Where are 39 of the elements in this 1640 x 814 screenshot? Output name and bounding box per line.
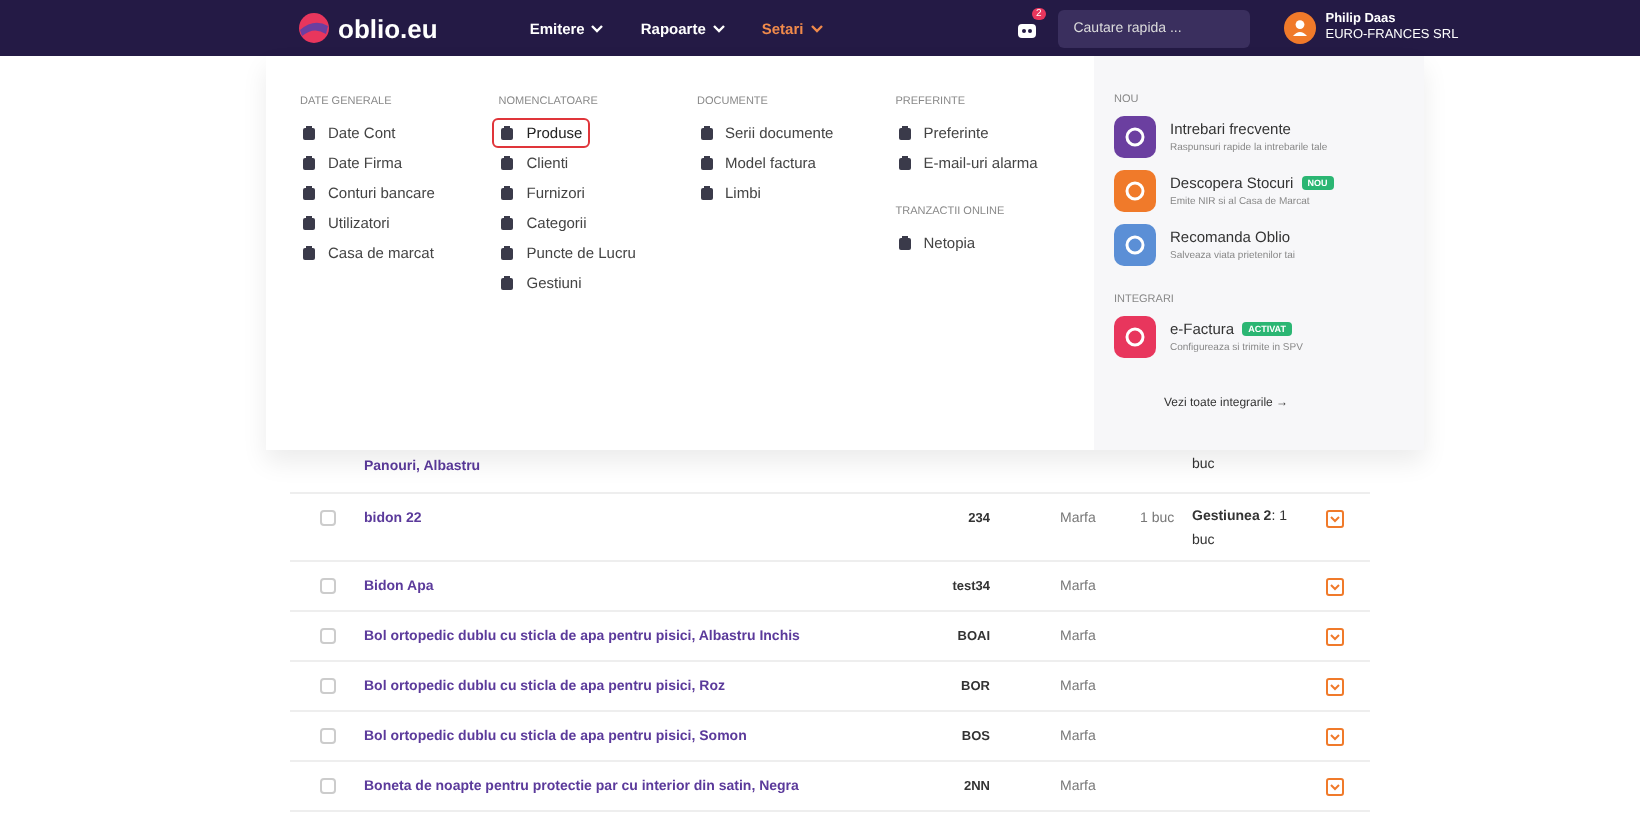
user-avatar-icon[interactable]	[1283, 12, 1316, 44]
chevron-down-icon	[809, 23, 824, 33]
clipboard-icon	[302, 186, 316, 200]
clipboard-icon	[500, 216, 515, 230]
clipboard-icon	[897, 126, 912, 140]
dropdown-icon[interactable]	[1326, 678, 1344, 696]
clipboard-icon	[302, 246, 316, 260]
clipboard-icon	[302, 126, 316, 140]
row-checkbox[interactable]	[319, 778, 335, 794]
dropdown-icon[interactable]	[1326, 628, 1344, 646]
dropdown-icon[interactable]	[1326, 510, 1344, 528]
clipboard-icon	[500, 246, 515, 260]
dropdown-icon[interactable]	[1326, 578, 1344, 596]
row-checkbox[interactable]	[319, 728, 335, 744]
row-checkbox[interactable]	[319, 628, 335, 644]
logo-text[interactable]: oblio.eu	[338, 13, 438, 43]
clipboard-icon	[897, 236, 912, 250]
row-checkbox[interactable]	[319, 578, 335, 594]
clipboard-icon	[500, 156, 515, 170]
tile-icon[interactable]	[1114, 116, 1156, 158]
clipboard-icon	[699, 126, 713, 140]
clipboard-icon	[302, 216, 316, 230]
clipboard-icon	[500, 126, 515, 140]
logo-icon	[298, 12, 330, 44]
chevron-down-icon	[711, 23, 726, 33]
row-checkbox[interactable]	[319, 510, 335, 526]
clipboard-icon	[699, 186, 713, 200]
row-checkbox[interactable]	[319, 678, 335, 694]
tile-icon[interactable]	[1114, 224, 1156, 266]
clipboard-icon	[500, 186, 515, 200]
dropdown-icon[interactable]	[1326, 778, 1344, 796]
clipboard-icon	[897, 156, 912, 170]
chevron-down-icon	[590, 23, 605, 33]
clipboard-icon	[699, 156, 713, 170]
clipboard-icon	[302, 156, 316, 170]
tile-icon[interactable]	[1114, 316, 1156, 358]
tile-icon[interactable]	[1114, 170, 1156, 212]
clipboard-icon	[500, 276, 515, 290]
dropdown-icon[interactable]	[1326, 728, 1344, 746]
